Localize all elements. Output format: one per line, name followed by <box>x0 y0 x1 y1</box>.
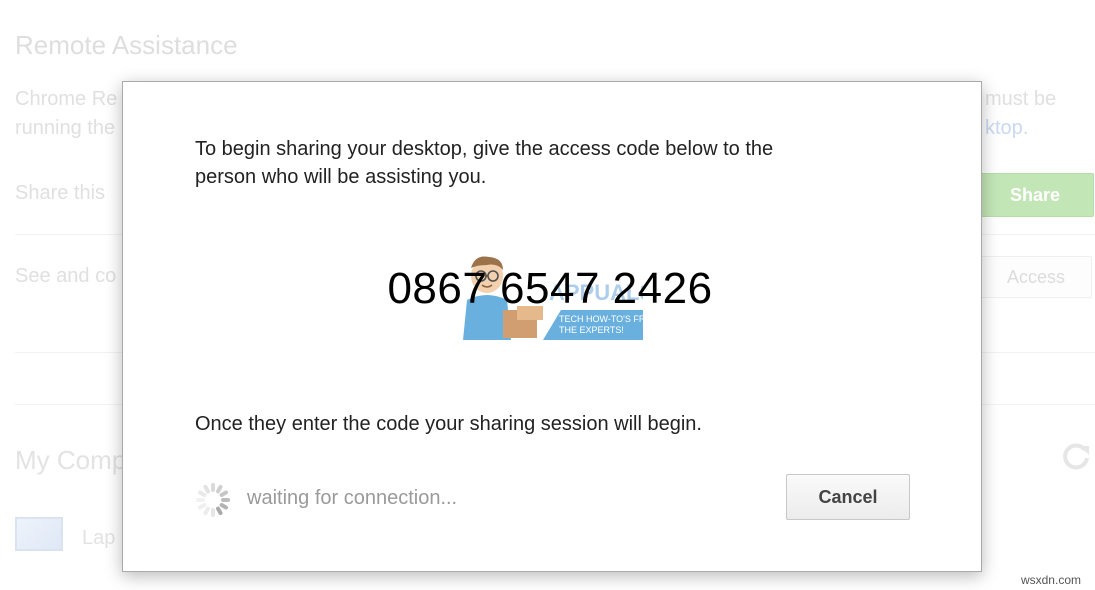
instructions-line: To begin sharing your desktop, give the … <box>195 138 774 160</box>
page-description-right: must be ktop. <box>985 85 1056 143</box>
share-button[interactable]: Share <box>976 173 1094 217</box>
watermark-tagline-2: THE EXPERTS! <box>559 325 624 335</box>
description-line: Chrome Re <box>15 88 118 110</box>
desktop-link[interactable]: ktop <box>985 117 1023 139</box>
instructions-line: person who will be assisting you. <box>195 166 487 188</box>
page-title: Remote Assistance <box>15 30 238 60</box>
watermark-tagline-1: TECH HOW-TO'S FROM <box>559 314 643 324</box>
connection-status-text: waiting for connection... <box>247 487 458 509</box>
description-line: must be <box>985 88 1057 110</box>
refresh-icon[interactable] <box>1060 440 1092 472</box>
session-begin-text: Once they enter the code your sharing se… <box>195 413 702 435</box>
site-credit: wsxdn.com <box>1020 573 1081 587</box>
computer-item-label[interactable]: Lap <box>82 527 115 550</box>
instructions-text: To begin sharing your desktop, give the … <box>195 135 895 191</box>
cancel-button[interactable]: Cancel <box>786 474 910 520</box>
description-line: ktop. <box>985 114 1056 143</box>
share-desktop-dialog: To begin sharing your desktop, give the … <box>122 81 982 572</box>
spinner-icon <box>196 483 230 517</box>
access-code: 0867 6547 2426 <box>387 264 713 313</box>
computer-icon <box>15 517 63 551</box>
page-description: Chrome Re running the <box>15 85 117 143</box>
description-line: running the <box>15 117 116 139</box>
share-row-label: Share this <box>15 182 106 204</box>
access-row-label: See and co <box>15 265 117 287</box>
description-period: . <box>1022 117 1029 139</box>
my-computers-title: My Comp <box>15 445 127 475</box>
access-button[interactable]: Access <box>980 256 1092 298</box>
